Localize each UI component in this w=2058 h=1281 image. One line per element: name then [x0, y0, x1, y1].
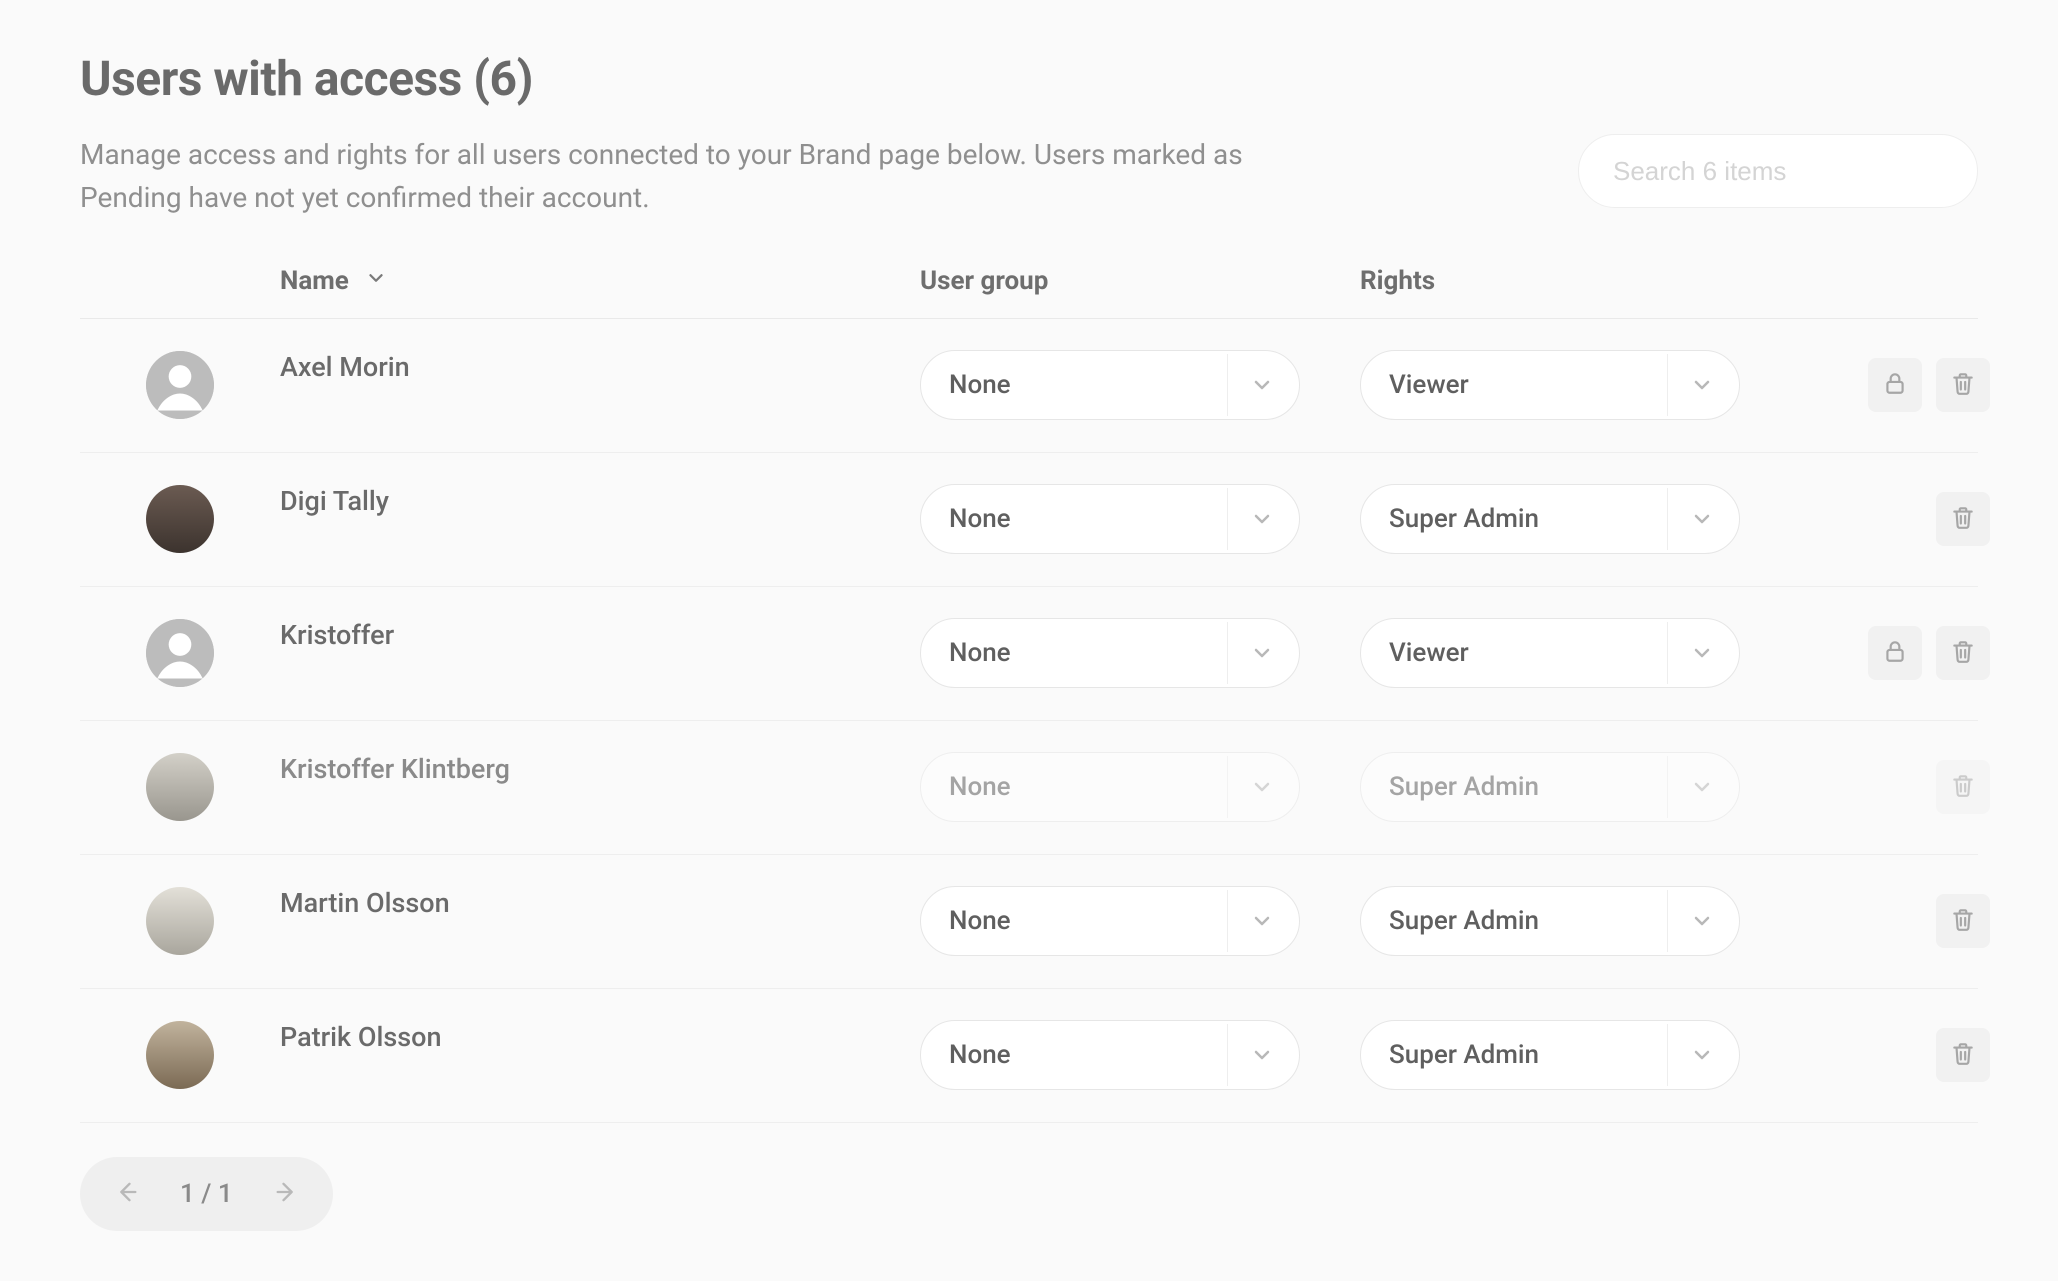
- user-name: Kristoffer: [280, 587, 920, 651]
- user-group-value: None: [949, 772, 1011, 802]
- delete-button[interactable]: [1936, 894, 1990, 948]
- pagination-prev-button[interactable]: [106, 1174, 146, 1214]
- lock-button[interactable]: [1868, 358, 1922, 412]
- person-circle-icon: [146, 351, 214, 419]
- chevron-down-icon: [1227, 890, 1295, 952]
- user-name: Axel Morin: [280, 319, 920, 383]
- rights-value: Super Admin: [1389, 504, 1539, 534]
- column-header-rights: Rights: [1360, 266, 1800, 296]
- arrow-left-icon: [112, 1178, 140, 1210]
- table-row: Axel Morin None Viewer: [80, 319, 1978, 453]
- user-name: Patrik Olsson: [280, 989, 920, 1053]
- delete-button: [1936, 760, 1990, 814]
- chevron-down-icon: [1667, 354, 1735, 416]
- user-group-value: None: [949, 638, 1011, 668]
- user-group-value: None: [949, 1040, 1011, 1070]
- avatar: [146, 485, 214, 553]
- user-name: Martin Olsson: [280, 855, 920, 919]
- person-circle-icon: [146, 619, 214, 687]
- users-table: Name User group Rights Axel Morin None Vie…: [80, 266, 1978, 1123]
- table-row: Digi Tally None Super Admin: [80, 453, 1978, 587]
- user-group-value: None: [949, 906, 1011, 936]
- rights-select[interactable]: Viewer: [1360, 618, 1740, 688]
- chevron-down-icon: [1227, 756, 1295, 818]
- user-name: Digi Tally: [280, 453, 920, 517]
- page-subtitle: Manage access and rights for all users c…: [80, 133, 1290, 220]
- trash-icon: [1950, 906, 1976, 936]
- table-header: Name User group Rights: [80, 266, 1978, 319]
- chevron-down-icon: [1227, 488, 1295, 550]
- search-input[interactable]: [1578, 134, 1978, 208]
- trash-icon: [1950, 1040, 1976, 1070]
- rights-select[interactable]: Super Admin: [1360, 1020, 1740, 1090]
- trash-icon: [1950, 370, 1976, 400]
- chevron-down-icon: [1667, 622, 1735, 684]
- user-group-select[interactable]: None: [920, 1020, 1300, 1090]
- rights-value: Super Admin: [1389, 772, 1539, 802]
- column-header-rights-label: Rights: [1360, 266, 1435, 296]
- user-group-value: None: [949, 370, 1011, 400]
- chevron-down-icon: [1667, 1024, 1735, 1086]
- rights-value: Viewer: [1389, 370, 1469, 400]
- chevron-down-icon: [1227, 622, 1295, 684]
- user-group-select[interactable]: None: [920, 886, 1300, 956]
- delete-button[interactable]: [1936, 358, 1990, 412]
- rights-value: Viewer: [1389, 638, 1469, 668]
- chevron-down-icon: [1667, 756, 1735, 818]
- user-group-select: None: [920, 752, 1300, 822]
- pagination: 1 / 1: [80, 1157, 333, 1231]
- arrow-right-icon: [273, 1178, 301, 1210]
- avatar: [146, 1021, 214, 1089]
- column-header-name-label: Name: [280, 266, 349, 296]
- chevron-down-icon: [1227, 1024, 1295, 1086]
- chevron-down-icon: [1667, 488, 1735, 550]
- avatar: [146, 887, 214, 955]
- rights-select[interactable]: Viewer: [1360, 350, 1740, 420]
- table-row: Patrik Olsson None Super Admin: [80, 989, 1978, 1123]
- rights-select[interactable]: Super Admin: [1360, 886, 1740, 956]
- rights-value: Super Admin: [1389, 906, 1539, 936]
- user-group-select[interactable]: None: [920, 618, 1300, 688]
- user-group-select[interactable]: None: [920, 350, 1300, 420]
- chevron-down-icon: [1667, 890, 1735, 952]
- user-group-value: None: [949, 504, 1011, 534]
- avatar: [146, 753, 214, 821]
- table-row: Kristoffer Klintberg None Super Admin: [80, 721, 1978, 855]
- trash-icon: [1950, 504, 1976, 534]
- delete-button[interactable]: [1936, 626, 1990, 680]
- pagination-text: 1 / 1: [180, 1179, 233, 1209]
- lock-button[interactable]: [1868, 626, 1922, 680]
- delete-button[interactable]: [1936, 492, 1990, 546]
- trash-icon: [1950, 638, 1976, 668]
- rights-value: Super Admin: [1389, 1040, 1539, 1070]
- chevron-down-icon: [365, 266, 387, 296]
- user-name: Kristoffer Klintberg: [280, 721, 920, 785]
- pagination-next-button[interactable]: [267, 1174, 307, 1214]
- lock-icon: [1882, 638, 1908, 668]
- page-title: Users with access (6): [80, 50, 1290, 107]
- table-row: Martin Olsson None Super Admin: [80, 855, 1978, 989]
- rights-select[interactable]: Super Admin: [1360, 484, 1740, 554]
- rights-select: Super Admin: [1360, 752, 1740, 822]
- column-header-user-group: User group: [920, 266, 1360, 296]
- column-header-user-group-label: User group: [920, 266, 1048, 296]
- column-header-name[interactable]: Name: [280, 266, 920, 296]
- trash-icon: [1950, 772, 1976, 802]
- chevron-down-icon: [1227, 354, 1295, 416]
- table-row: Kristoffer None Viewer: [80, 587, 1978, 721]
- delete-button[interactable]: [1936, 1028, 1990, 1082]
- lock-icon: [1882, 370, 1908, 400]
- user-group-select[interactable]: None: [920, 484, 1300, 554]
